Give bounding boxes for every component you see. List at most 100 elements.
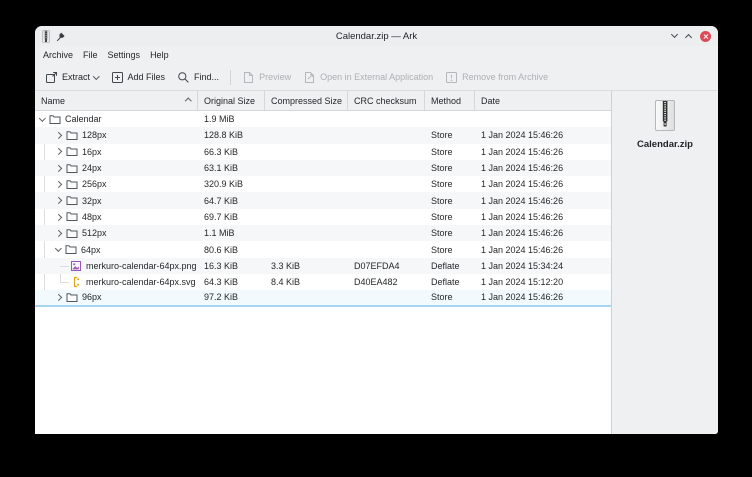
archive-file-list: Name Original Size Compressed Size CRC c…	[35, 91, 611, 434]
cell-original-size: 16.3 KiB	[204, 260, 239, 271]
open-external-label: Open in External Application	[320, 72, 434, 82]
expand-chevron-icon[interactable]	[55, 229, 62, 237]
collapse-chevron-icon[interactable]	[39, 114, 46, 122]
cell-date: 1 Jan 2024 15:46:26	[481, 130, 564, 141]
header-crc-checksum[interactable]: CRC checksum	[348, 91, 425, 110]
table-row[interactable]: 48px 69.7 KiB Store 1 Jan 2024 15:46:26	[35, 209, 611, 225]
row-name: merkuro-calendar-64px.png	[86, 260, 197, 271]
table-row[interactable]: 128px 128.8 KiB Store 1 Jan 2024 15:46:2…	[35, 127, 611, 144]
pin-icon	[56, 32, 65, 41]
cell-crc: D40EA482	[354, 277, 398, 288]
menubar: Archive File Settings Help	[35, 46, 718, 64]
archive-file-name: Calendar.zip	[637, 139, 693, 150]
row-name: 24px	[82, 163, 102, 174]
remove-from-archive-label: Remove from Archive	[462, 72, 549, 82]
cell-original-size: 63.1 KiB	[204, 163, 239, 174]
minimize-icon[interactable]	[670, 30, 679, 39]
menu-settings[interactable]: Settings	[103, 48, 146, 62]
titlebar[interactable]: Calendar.zip — Ark	[35, 26, 718, 46]
header-method[interactable]: Method	[425, 91, 475, 110]
svg-image-icon	[73, 277, 80, 288]
cell-method: Store	[431, 228, 453, 239]
tree-branch-line	[60, 265, 69, 267]
expand-chevron-icon[interactable]	[55, 197, 62, 204]
table-row[interactable]: 512px 1.1 MiB Store 1 Jan 2024 15:46:26	[35, 225, 611, 242]
window-title: Calendar.zip — Ark	[335, 30, 418, 42]
table-row[interactable]: 64px 80.6 KiB Store 1 Jan 2024 15:46:26	[35, 241, 611, 257]
cell-method: Deflate	[431, 260, 460, 271]
cell-original-size: 1.1 MiB	[204, 228, 235, 239]
folder-icon	[66, 180, 78, 189]
cell-method: Store	[431, 179, 453, 190]
row-name: 96px	[82, 292, 102, 303]
expand-chevron-icon[interactable]	[55, 164, 62, 172]
table-row[interactable]: 16px 66.3 KiB Store 1 Jan 2024 15:46:26	[35, 144, 611, 160]
cell-method: Store	[431, 244, 453, 255]
ark-window: Calendar.zip — Ark Archive File Settings…	[35, 26, 718, 434]
table-row[interactable]: 256px 320.9 KiB Store 1 Jan 2024 15:46:2…	[35, 176, 611, 192]
row-name: 32px	[82, 195, 102, 206]
cell-original-size: 320.9 KiB	[204, 179, 244, 190]
collapse-chevron-icon[interactable]	[55, 245, 62, 252]
cell-original-size: 1.9 MiB	[204, 114, 235, 125]
cell-date: 1 Jan 2024 15:46:26	[481, 244, 564, 255]
folder-icon	[66, 131, 78, 140]
menu-help[interactable]: Help	[145, 48, 174, 62]
table-row[interactable]: merkuro-calendar-64px.svg 64.3 KiB 8.4 K…	[35, 274, 611, 290]
cell-original-size: 80.6 KiB	[204, 244, 239, 255]
expand-chevron-icon[interactable]	[55, 180, 62, 188]
expand-chevron-icon[interactable]	[55, 213, 62, 221]
cell-date: 1 Jan 2024 15:46:26	[481, 179, 564, 190]
find-button[interactable]: Find...	[171, 68, 225, 87]
menu-archive[interactable]: Archive	[38, 48, 78, 62]
maximize-icon[interactable]	[684, 33, 693, 41]
preview-label: Preview	[259, 72, 292, 82]
folder-icon	[66, 293, 78, 302]
table-row[interactable]: 32px 64.7 KiB Store 1 Jan 2024 15:46:26	[35, 192, 611, 209]
header-original-size[interactable]: Original Size	[198, 91, 265, 110]
cell-method: Store	[431, 163, 453, 174]
add-files-button[interactable]: Add Files	[105, 68, 172, 87]
cell-method: Deflate	[431, 277, 460, 288]
preview-button: Preview	[236, 68, 297, 87]
cell-compressed-size: 3.3 KiB	[271, 260, 301, 271]
folder-icon	[66, 229, 78, 238]
cell-date: 1 Jan 2024 15:46:26	[481, 195, 564, 206]
cell-original-size: 64.7 KiB	[204, 195, 239, 206]
cell-date: 1 Jan 2024 15:46:26	[481, 146, 564, 157]
row-name: 64px	[81, 244, 101, 255]
header-date[interactable]: Date	[475, 91, 611, 110]
close-icon[interactable]	[700, 30, 711, 42]
table-row[interactable]: merkuro-calendar-64px.png 16.3 KiB 3.3 K…	[35, 257, 611, 274]
expand-chevron-icon[interactable]	[55, 294, 62, 301]
menu-file[interactable]: File	[78, 48, 103, 62]
cell-original-size: 128.8 KiB	[204, 130, 244, 141]
search-icon	[178, 71, 189, 83]
table-row[interactable]: 24px 63.1 KiB Store 1 Jan 2024 15:46:26	[35, 159, 611, 177]
table-body: Calendar 1.9 MiB 128px 128.8 KiB Store 1…	[35, 111, 611, 434]
table-row[interactable]: 96px 97.2 KiB Store 1 Jan 2024 15:46:26	[35, 290, 611, 307]
extract-button[interactable]: Extract	[39, 68, 105, 87]
row-name: 512px	[82, 228, 107, 239]
add-files-icon	[111, 71, 123, 83]
cell-crc: D07EFDA4	[354, 260, 400, 271]
open-external-button: Open in External Application	[297, 68, 439, 87]
extract-icon	[46, 71, 57, 83]
table-row[interactable]: Calendar 1.9 MiB	[35, 111, 611, 127]
header-compressed-size[interactable]: Compressed Size	[265, 91, 348, 110]
desktop-background: Calendar.zip — Ark Archive File Settings…	[0, 0, 752, 477]
expand-chevron-icon[interactable]	[55, 132, 62, 139]
ark-app-icon	[42, 29, 50, 43]
toolbar: Extract Add Files Find... Preview Open i…	[35, 64, 718, 90]
zip-file-icon	[655, 100, 675, 131]
toolbar-separator	[230, 69, 232, 85]
row-name: 128px	[82, 130, 107, 141]
row-name: 16px	[82, 146, 102, 157]
folder-icon	[49, 114, 61, 124]
row-name: 256px	[82, 179, 107, 190]
cell-original-size: 66.3 KiB	[204, 146, 239, 157]
cell-date: 1 Jan 2024 15:46:26	[481, 292, 564, 303]
png-image-icon	[71, 260, 81, 271]
header-name[interactable]: Name	[35, 91, 198, 110]
expand-chevron-icon[interactable]	[55, 148, 62, 156]
